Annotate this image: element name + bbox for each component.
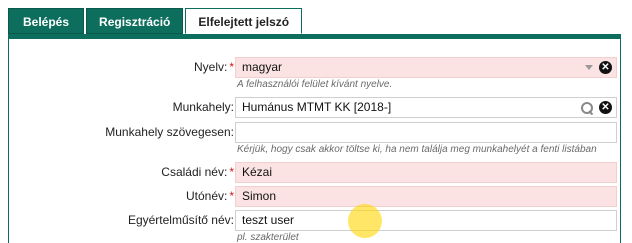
tab-bar: Belépés Regisztráció Elfelejtett jelszó [8,8,304,34]
unique-name-input[interactable]: teszt user [235,210,617,231]
family-name-label: Családi név: * [161,165,234,179]
required-marker: * [229,189,234,203]
given-name-input[interactable]: Simon [235,186,617,207]
language-hint: A felhasználói felület kívánt nyelve. [237,79,393,90]
form-panel: Nyelv: * magyar ✕ A felhasználói felület … [8,34,621,243]
unique-name-label: Egyértelműsítő név: [127,213,234,227]
given-name-label: Utónév: * [185,189,234,203]
workplace-text-input[interactable] [235,122,617,143]
tab-login[interactable]: Belépés [8,8,85,34]
tab-registration[interactable]: Regisztráció [86,8,184,34]
search-icon[interactable] [581,101,593,114]
workplace-text-label: Munkahely szövegesen: [105,125,234,139]
tab-forgotten-password[interactable]: Elfelejtett jelszó [185,8,303,34]
language-select[interactable]: magyar ✕ [235,57,617,78]
chevron-down-icon[interactable] [585,65,593,70]
family-name-input[interactable]: Kézai [235,162,617,183]
workplace-label: Munkahely: [172,100,234,114]
clear-icon[interactable]: ✕ [599,61,612,74]
mouse-cursor-highlight [348,204,382,238]
clear-icon[interactable]: ✕ [599,101,612,114]
workplace-text-hint: Kérjük, hogy csak akkor töltse ki, ha ne… [237,144,597,155]
required-marker: * [229,60,234,74]
workplace-field[interactable]: Humánus MTMT KK [2018-] ✕ [235,97,617,118]
language-label: Nyelv: * [193,60,234,74]
required-marker: * [229,165,234,179]
unique-name-hint: pl. szakterület [237,232,299,243]
